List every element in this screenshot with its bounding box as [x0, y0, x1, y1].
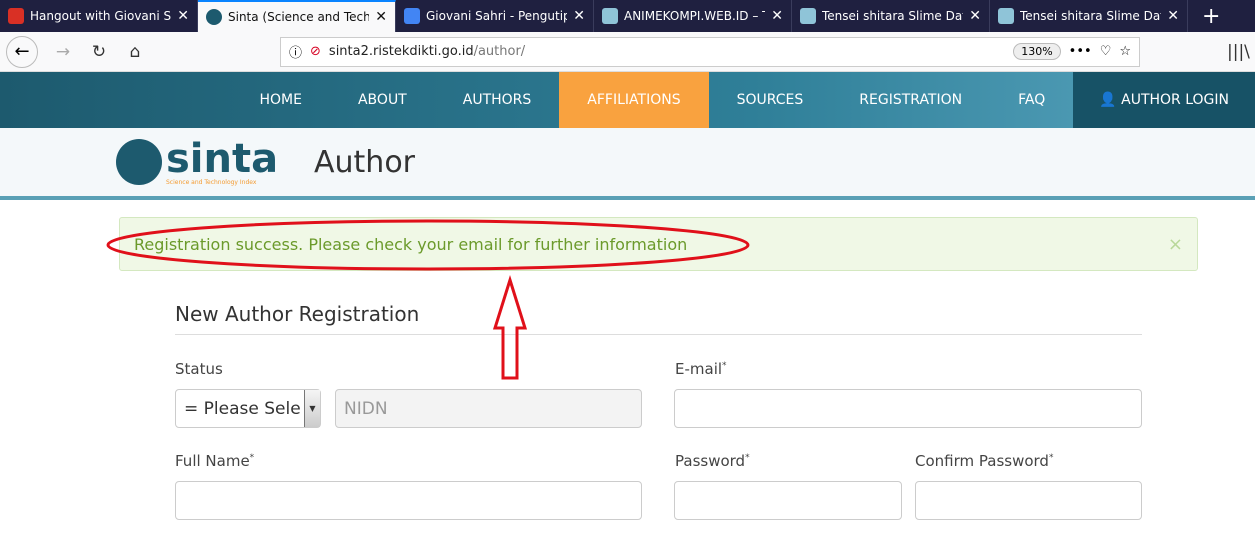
annotation-overlay [106, 219, 750, 380]
highlight-ellipse [106, 219, 750, 271]
arrow-up-icon [492, 274, 528, 380]
